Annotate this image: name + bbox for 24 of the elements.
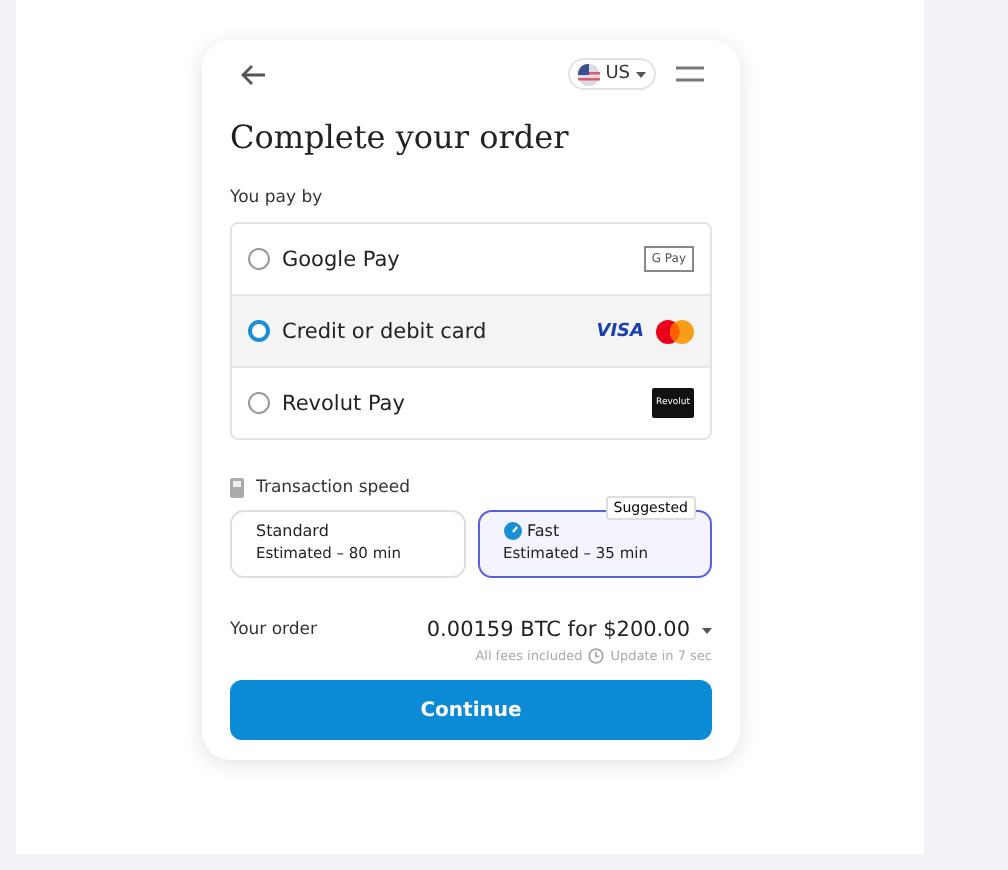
- mastercard-icon: [656, 319, 694, 343]
- option-label: Google Pay: [282, 247, 402, 271]
- order-label: Your order: [230, 620, 318, 640]
- locale-button[interactable]: US: [567, 58, 656, 90]
- payment-option[interactable]: Credit or debit card VISA: [232, 294, 710, 366]
- visa-logo: VISA: [596, 321, 644, 341]
- radio-button[interactable]: [248, 320, 270, 342]
- section-label: You pay by: [230, 188, 325, 208]
- page-title: Complete your order: [230, 118, 571, 156]
- back-arrow-icon[interactable]: [240, 63, 266, 85]
- option-label: Revolut Pay: [282, 391, 407, 415]
- fuel-icon: [230, 478, 246, 498]
- section-label: Transaction speed: [256, 478, 411, 498]
- option-label: Credit or debit card: [282, 319, 489, 343]
- continue-button[interactable]: Continue: [230, 680, 712, 740]
- radio-button[interactable]: [248, 392, 270, 414]
- amount-dropdown[interactable]: 0.00159 BTC for $200.00: [426, 618, 712, 642]
- menu-icon[interactable]: [676, 66, 704, 82]
- caret-icon: [636, 71, 646, 77]
- clock-icon: [588, 648, 605, 664]
- speedometer-icon: [503, 522, 521, 540]
- flag-icon: [577, 63, 600, 85]
- caret-icon: [702, 627, 712, 633]
- radio-button[interactable]: [248, 248, 270, 270]
